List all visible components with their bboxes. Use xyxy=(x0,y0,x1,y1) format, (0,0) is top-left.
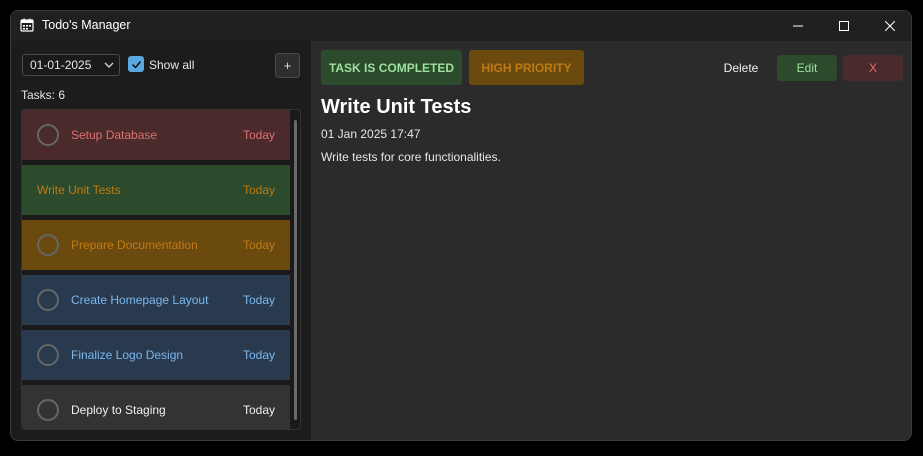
detail-description: Write tests for core functionalities. xyxy=(321,150,501,164)
task-checkbox[interactable] xyxy=(37,124,59,146)
date-picker[interactable]: 01-01-2025 xyxy=(22,54,120,76)
close-window-button[interactable] xyxy=(867,11,911,41)
title-bar: Todo's Manager xyxy=(11,11,911,41)
task-row[interactable]: Prepare Documentation Today xyxy=(22,220,290,270)
task-count: Tasks: 6 xyxy=(21,88,66,102)
task-due: Today xyxy=(242,128,275,142)
status-badge[interactable]: TASK IS COMPLETED xyxy=(321,50,462,85)
task-title: Create Homepage Layout xyxy=(71,293,209,307)
maximize-button[interactable] xyxy=(821,11,867,41)
date-value: 01-01-2025 xyxy=(30,58,92,72)
task-row[interactable]: Create Homepage Layout Today xyxy=(22,275,290,325)
show-all-label[interactable]: Show all xyxy=(149,58,194,72)
delete-button[interactable]: Delete xyxy=(713,55,769,81)
detail-title: Write Unit Tests xyxy=(321,96,472,118)
task-title: Finalize Logo Design xyxy=(71,348,184,362)
task-row[interactable]: Finalize Logo Design Today xyxy=(22,330,290,380)
task-title: Prepare Documentation xyxy=(71,238,198,252)
task-due: Today xyxy=(242,293,275,307)
task-checkbox[interactable] xyxy=(37,234,59,256)
task-title: Setup Database xyxy=(71,128,158,142)
calendar-icon xyxy=(20,18,34,32)
task-checkbox[interactable] xyxy=(37,344,59,366)
edit-button[interactable]: Edit xyxy=(777,55,837,81)
maximize-icon xyxy=(839,21,849,31)
task-due: Today xyxy=(242,183,275,197)
show-all-checkbox[interactable] xyxy=(128,56,144,72)
checkmark-icon xyxy=(131,60,141,69)
close-detail-button[interactable]: X xyxy=(843,55,903,81)
task-due: Today xyxy=(242,348,275,362)
list-scrollbar[interactable] xyxy=(294,120,297,420)
task-title: Write Unit Tests xyxy=(37,183,121,197)
window-title: Todo's Manager xyxy=(42,18,131,32)
task-due: Today xyxy=(242,238,275,252)
priority-badge[interactable]: HIGH PRIORITY xyxy=(469,50,584,85)
task-list: Setup Database Today Write Unit Tests To… xyxy=(21,109,301,430)
task-row[interactable]: Setup Database Today xyxy=(22,110,290,160)
close-icon xyxy=(885,21,895,31)
task-row[interactable]: Write Unit Tests Today xyxy=(22,165,290,215)
add-task-button[interactable]: + xyxy=(275,53,300,78)
task-checkbox[interactable] xyxy=(37,399,59,421)
task-title: Deploy to Staging xyxy=(71,403,166,417)
app-window: Todo's Manager 01-01-2025 Show all + Tas… xyxy=(10,10,912,441)
minimize-icon xyxy=(793,25,803,27)
task-due: Today xyxy=(242,403,275,417)
task-detail-panel: TASK IS COMPLETED HIGH PRIORITY Delete E… xyxy=(311,41,911,440)
task-checkbox[interactable] xyxy=(37,289,59,311)
minimize-button[interactable] xyxy=(775,11,821,41)
detail-datetime: 01 Jan 2025 17:47 xyxy=(321,127,421,141)
task-row[interactable]: Deploy to Staging Today xyxy=(22,385,290,429)
chevron-down-icon xyxy=(104,62,114,68)
task-list-panel: 01-01-2025 Show all + Tasks: 6 Setup Dat… xyxy=(11,41,311,440)
